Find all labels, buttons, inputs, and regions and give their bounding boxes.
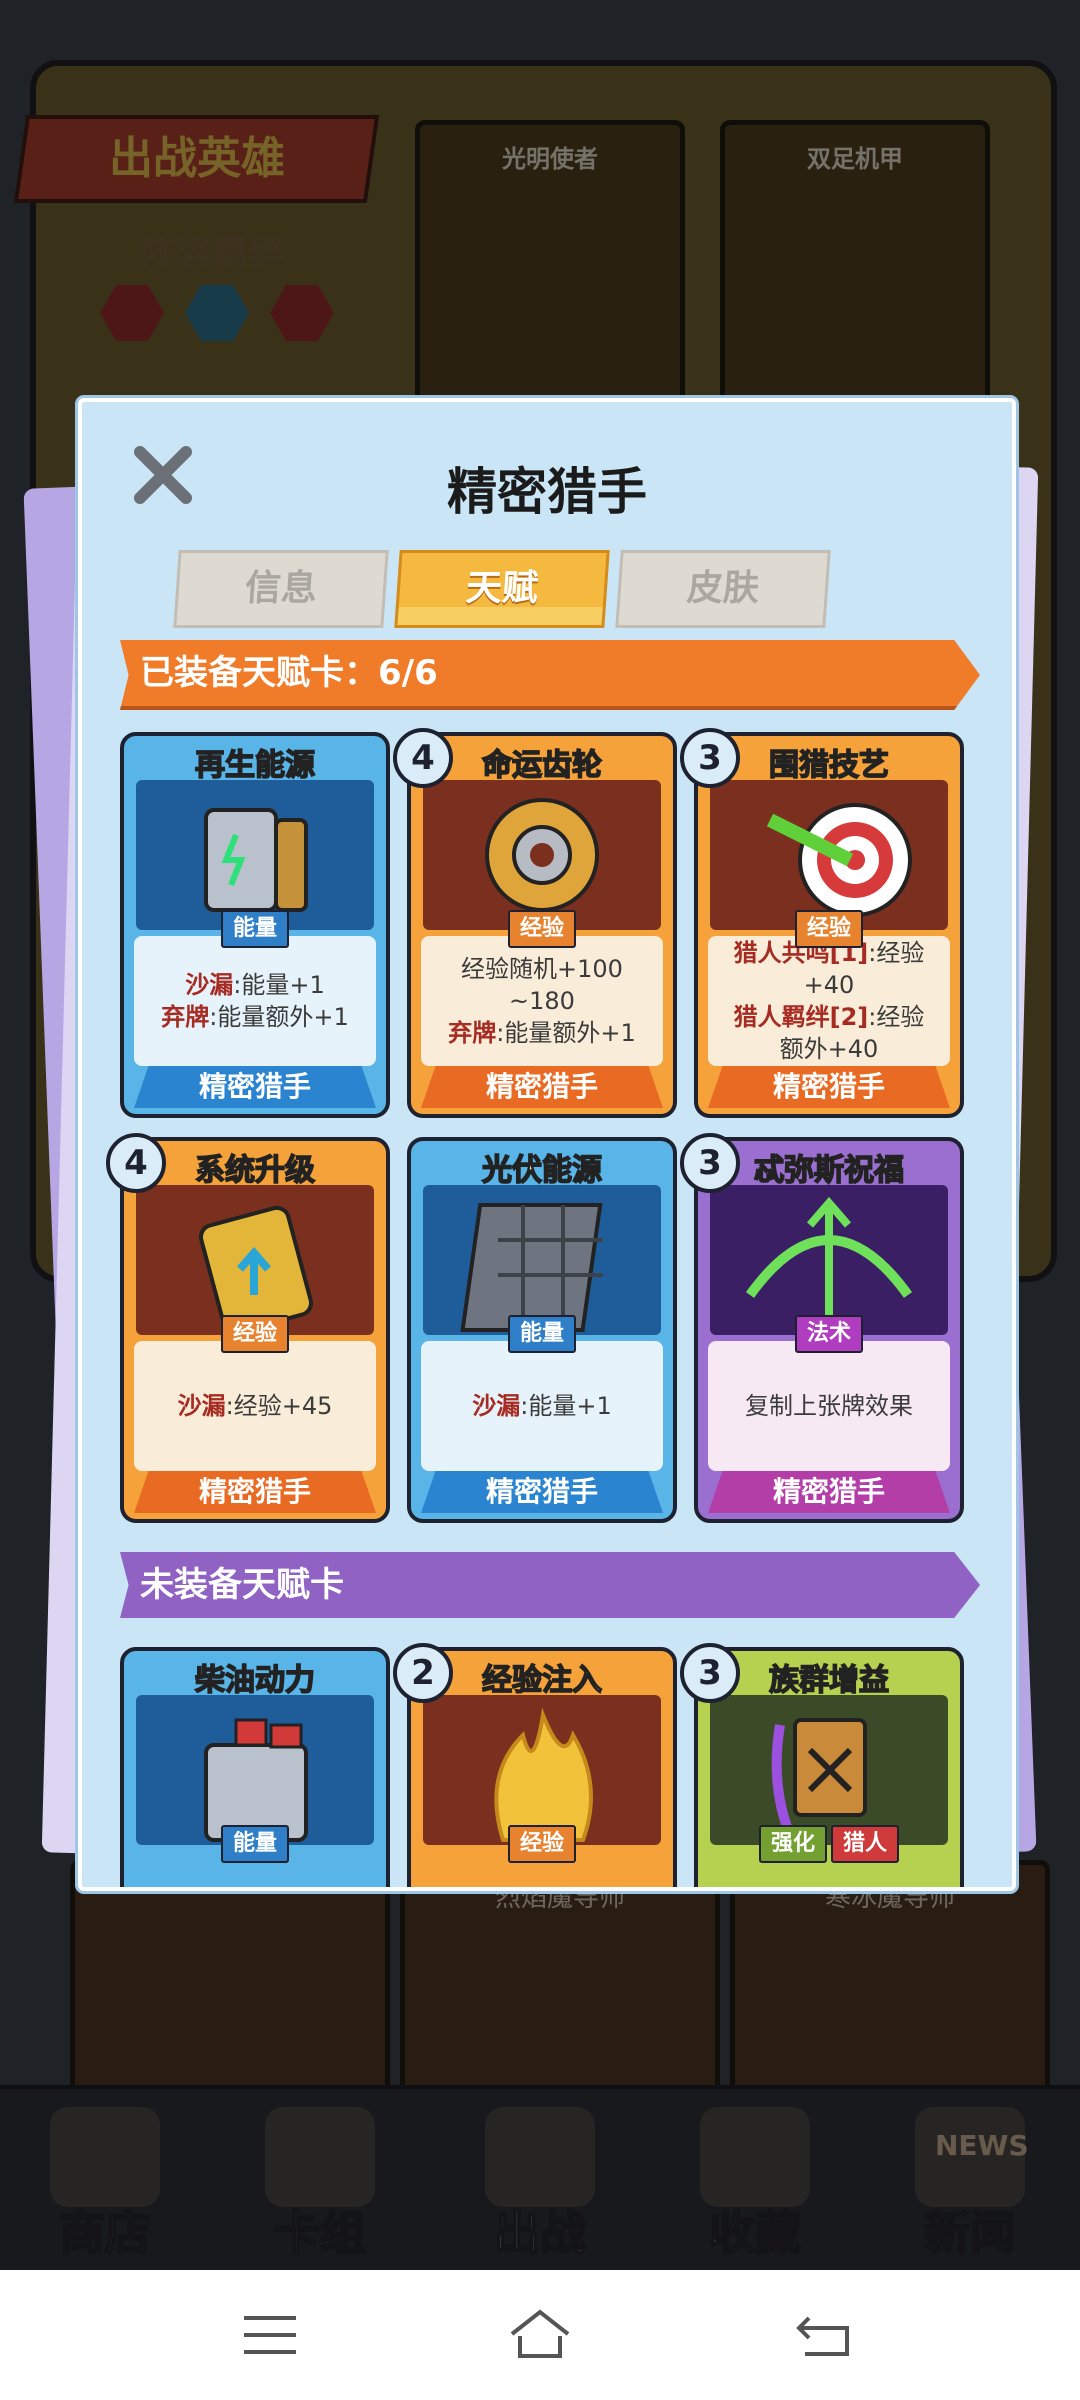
card-type-badge: 猎人 xyxy=(831,1825,900,1863)
card-description: 沙漏:能量+1 弃牌:能量额外+1 xyxy=(134,936,376,1066)
description-text: :能量额外+1 xyxy=(496,1019,636,1047)
card-owner-label: 精密猎手 xyxy=(708,1066,950,1108)
card-description: 经验随机+100 ~180 弃牌:能量额外+1 xyxy=(421,936,663,1066)
card-type-tags: 能量 xyxy=(124,910,386,948)
keyword: 沙漏 xyxy=(472,1392,521,1420)
keyword: 沙漏 xyxy=(185,971,234,999)
bow-icon xyxy=(710,1185,948,1335)
card-description: 沙漏:经验+45 xyxy=(134,1341,376,1471)
keyword: 沙漏 xyxy=(177,1392,226,1420)
card-owner-label: 精密猎手 xyxy=(134,1066,376,1108)
system-navigation-bar xyxy=(0,2270,1080,2400)
card-type-badge: 强化 xyxy=(758,1825,827,1863)
tab-skin[interactable]: 皮肤 xyxy=(615,550,831,628)
card-name: 光伏能源 xyxy=(481,1152,603,1189)
description-line: 沙漏:能量+1 xyxy=(472,1390,611,1422)
description-line: 弃牌:能量额外+1 xyxy=(448,1017,635,1049)
equipped-talent-card[interactable]: 光伏能源能量沙漏:能量+1 精密猎手 xyxy=(407,1137,677,1523)
description-line: 弃牌:能量额外+1 xyxy=(161,1001,348,1033)
description-line: 额外+40 xyxy=(780,1033,879,1065)
description-text: :能量+1 xyxy=(233,971,325,999)
card-type-tags: 能量 xyxy=(124,1825,386,1863)
gear-icon xyxy=(423,780,661,930)
description-text: ~180 xyxy=(509,987,575,1015)
engine-icon xyxy=(136,1695,374,1845)
card-type-tags: 经验 xyxy=(698,910,960,948)
card-type-badge: 经验 xyxy=(507,1825,576,1863)
card-cost-badge: 3 xyxy=(680,1643,740,1703)
keyword: 弃牌 xyxy=(448,1019,497,1047)
description-text: 经验随机+100 xyxy=(461,955,623,983)
back-icon xyxy=(796,2316,849,2356)
battery-icon xyxy=(136,780,374,930)
equipped-talent-card[interactable]: 围猎技艺 经验 猎人共鸣[1]:经验 +40 猎人羁绊[2]:经验 额外+40 精密猎手 xyxy=(694,732,964,1118)
menu-icon xyxy=(244,2316,296,2354)
description-line: ~180 xyxy=(509,985,575,1017)
description-text: +40 xyxy=(803,971,855,999)
equipped-talent-card[interactable]: 忒弥斯祝福 法术 复制上张牌效果 精密猎手 xyxy=(694,1137,964,1523)
card-cost-badge: 4 xyxy=(393,728,453,788)
card-owner-label: 精密猎手 xyxy=(421,1471,663,1513)
card-type-badge: 经验 xyxy=(794,910,863,948)
card-type-badge: 能量 xyxy=(220,910,289,948)
description-text: :经验+45 xyxy=(225,1392,333,1420)
equipped-talent-card[interactable]: 命运齿轮 经验 经验随机+100 ~180 弃牌:能量额外+1 精密猎手 xyxy=(407,732,677,1118)
card-owner-label: 精密猎手 xyxy=(134,1471,376,1513)
unequipped-talent-card[interactable]: 柴油动力 能量 xyxy=(120,1647,390,1887)
card-type-tags: 能量 xyxy=(411,1315,673,1353)
equipped-talent-card[interactable]: 系统升级 经验 沙漏:经验+45 精密猎手 xyxy=(120,1137,390,1523)
menu-button[interactable] xyxy=(230,2298,310,2372)
description-text: :能量+1 xyxy=(520,1392,612,1420)
description-text: :经验 xyxy=(868,1003,925,1031)
keyword: 弃牌 xyxy=(161,1003,210,1031)
card-cost-badge: 4 xyxy=(106,1133,166,1193)
home-icon xyxy=(510,2309,570,2358)
description-line: +40 xyxy=(804,969,855,1001)
target-icon xyxy=(710,780,948,930)
card-description: 猎人共鸣[1]:经验 +40 猎人羁绊[2]:经验 额外+40 xyxy=(708,936,950,1066)
card-description: 沙漏:能量+1 xyxy=(421,1341,663,1471)
flame-icon xyxy=(423,1695,661,1845)
equipped-section-header: 已装备天赋卡：6/6 xyxy=(120,640,980,710)
card-description: 复制上张牌效果 xyxy=(708,1341,950,1471)
card-type-badge: 能量 xyxy=(220,1825,289,1863)
home-button[interactable] xyxy=(500,2298,580,2372)
modal-title: 精密猎手 xyxy=(447,463,647,521)
description-line: 猎人羁绊[2]:经验 xyxy=(734,1001,925,1033)
card-type-badge: 经验 xyxy=(220,1315,289,1353)
keyword: 猎人羁绊[2] xyxy=(733,1003,869,1031)
card-owner-label: 精密猎手 xyxy=(421,1066,663,1108)
card-type-tags: 经验 xyxy=(411,1825,673,1863)
tab-talent[interactable]: 天赋 xyxy=(394,550,610,628)
card-name: 再生能源 xyxy=(194,747,316,784)
description-line: 沙漏:经验+45 xyxy=(178,1390,333,1422)
chip-upgrade-icon xyxy=(136,1185,374,1335)
card-type-tags: 经验 xyxy=(124,1315,386,1353)
tab-info[interactable]: 信息 xyxy=(173,550,389,628)
equipped-talent-card[interactable]: 再生能源 能量 沙漏:能量+1 弃牌:能量额外+1 精密猎手 xyxy=(120,732,390,1118)
solar-panel-icon xyxy=(423,1185,661,1335)
description-line: 沙漏:能量+1 xyxy=(185,969,324,1001)
description-line: 复制上张牌效果 xyxy=(745,1390,913,1422)
card-type-badge: 法术 xyxy=(794,1315,863,1353)
card-cost-badge: 2 xyxy=(393,1643,453,1703)
description-line: 经验随机+100 xyxy=(461,953,623,985)
card-type-tags: 法术 xyxy=(698,1315,960,1353)
card-name: 柴油动力 xyxy=(194,1662,316,1699)
talent-modal: 精密猎手 信息 天赋 皮肤 已装备天赋卡：6/6 未装备天赋卡 再生能源 能量 沙漏… xyxy=(78,398,1016,1891)
description-text: 额外+40 xyxy=(779,1035,879,1063)
card-cost-badge: 3 xyxy=(680,728,740,788)
back-button[interactable] xyxy=(785,2298,865,2372)
card-type-tags: 经验 xyxy=(411,910,673,948)
unequipped-section-header: 未装备天赋卡 xyxy=(120,1552,980,1618)
card-type-badge: 经验 xyxy=(507,910,576,948)
banner-icon xyxy=(710,1695,948,1845)
card-type-badge: 能量 xyxy=(507,1315,576,1353)
description-text: 复制上张牌效果 xyxy=(745,1392,913,1420)
card-owner-label: 精密猎手 xyxy=(708,1471,950,1513)
card-cost-badge: 3 xyxy=(680,1133,740,1193)
card-type-tags: 强化 猎人 xyxy=(698,1825,960,1863)
description-text: :能量额外+1 xyxy=(209,1003,349,1031)
